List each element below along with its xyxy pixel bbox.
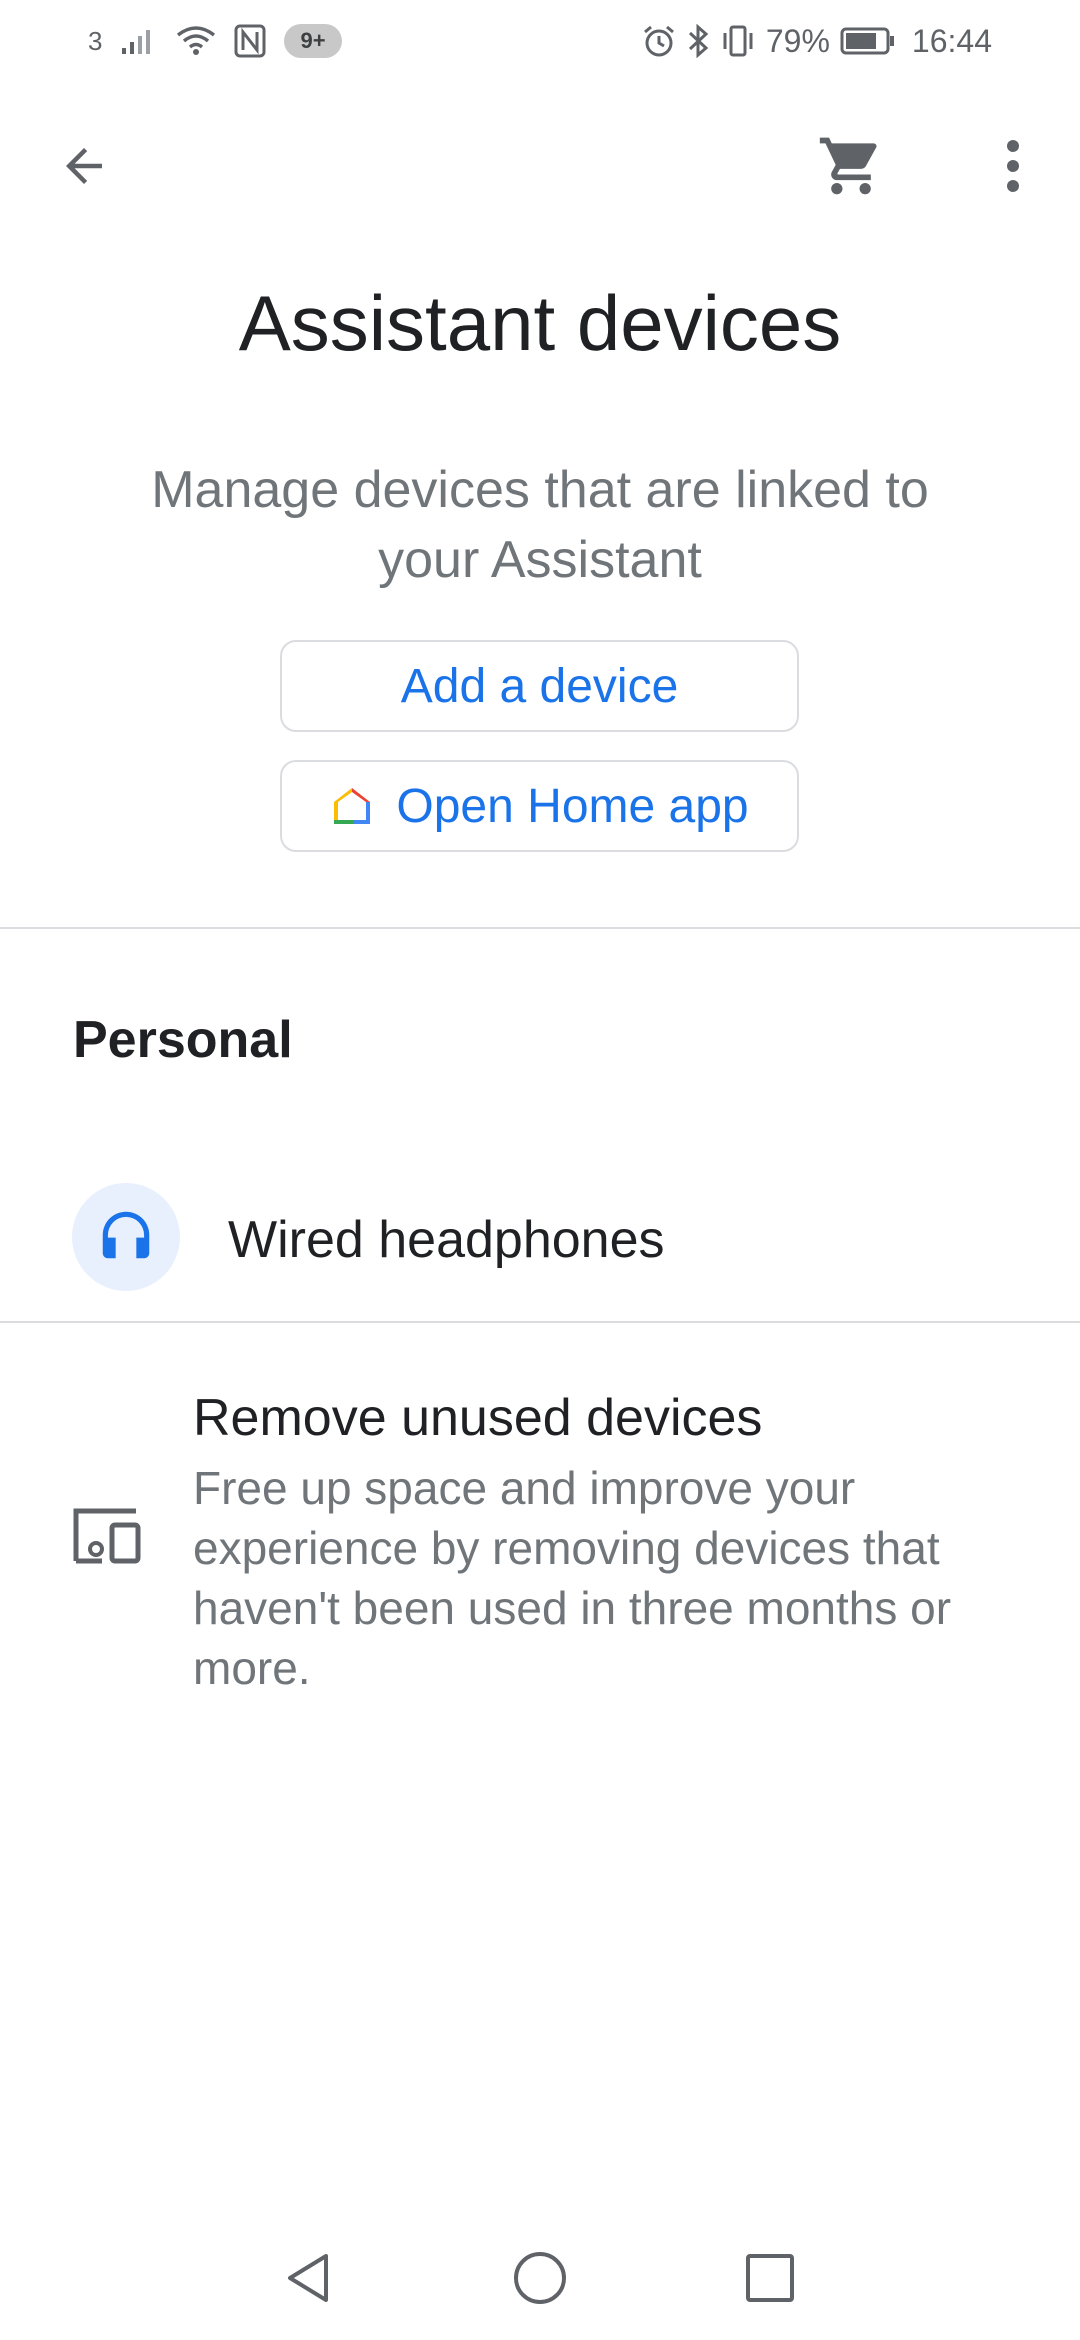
device-name: Wired headphones — [228, 1211, 665, 1269]
nav-recents-icon — [744, 2252, 796, 2309]
remove-unused-description: Free up space and improve your experienc… — [193, 1462, 952, 1694]
open-home-app-label: Open Home app — [396, 779, 749, 833]
shopping-cart-button[interactable] — [806, 128, 896, 208]
notification-count-badge: 9+ — [284, 24, 342, 58]
open-home-app-button[interactable]: Open Home app — [280, 760, 799, 852]
device-item-wired-headphones[interactable]: Wired headphones — [0, 1170, 1080, 1310]
carrier-label: 3 — [88, 25, 103, 56]
system-navigation-bar — [0, 2220, 1080, 2340]
bluetooth-icon — [686, 24, 710, 58]
status-bar-right: 79% 16:44 — [642, 18, 992, 64]
page-subtitle: Manage devices that are linked to your A… — [151, 461, 929, 589]
remove-unused-devices-item[interactable]: Remove unused devices Free up space and … — [0, 1370, 1080, 1710]
devices-icon — [72, 1505, 144, 1565]
arrow-back-icon — [57, 139, 111, 198]
app-bar — [0, 110, 1080, 220]
shopping-cart-icon — [817, 132, 885, 205]
add-device-button[interactable]: Add a device — [280, 640, 799, 732]
add-device-label: Add a device — [400, 659, 679, 713]
nav-back-button[interactable] — [268, 2240, 348, 2320]
back-button[interactable] — [48, 132, 120, 204]
clock: 16:44 — [911, 22, 992, 59]
alarm-icon — [642, 24, 676, 58]
nav-home-button[interactable] — [500, 2240, 580, 2320]
battery-icon — [840, 26, 896, 56]
nav-back-icon — [282, 2250, 334, 2311]
status-bar: 3 9+ 79% 16:44 — [0, 0, 1080, 80]
divider — [0, 927, 1080, 929]
status-bar-left: 3 9+ — [88, 18, 342, 64]
divider — [0, 1321, 1080, 1323]
wifi-icon — [176, 25, 216, 57]
battery-percent: 79% — [765, 22, 830, 59]
more-vert-icon — [1003, 138, 1023, 199]
nfc-icon — [234, 24, 266, 58]
signal-icon — [120, 26, 158, 56]
device-avatar — [72, 1183, 180, 1291]
vibrate-icon — [720, 24, 756, 58]
google-home-icon — [330, 784, 374, 828]
remove-unused-title: Remove unused devices — [193, 1389, 763, 1447]
headphones-icon — [95, 1204, 157, 1271]
more-options-button[interactable] — [990, 132, 1036, 204]
section-title-personal: Personal — [73, 1011, 293, 1069]
nav-home-icon — [512, 2250, 568, 2311]
page-title: Assistant devices — [238, 279, 842, 367]
nav-recents-button[interactable] — [730, 2240, 810, 2320]
